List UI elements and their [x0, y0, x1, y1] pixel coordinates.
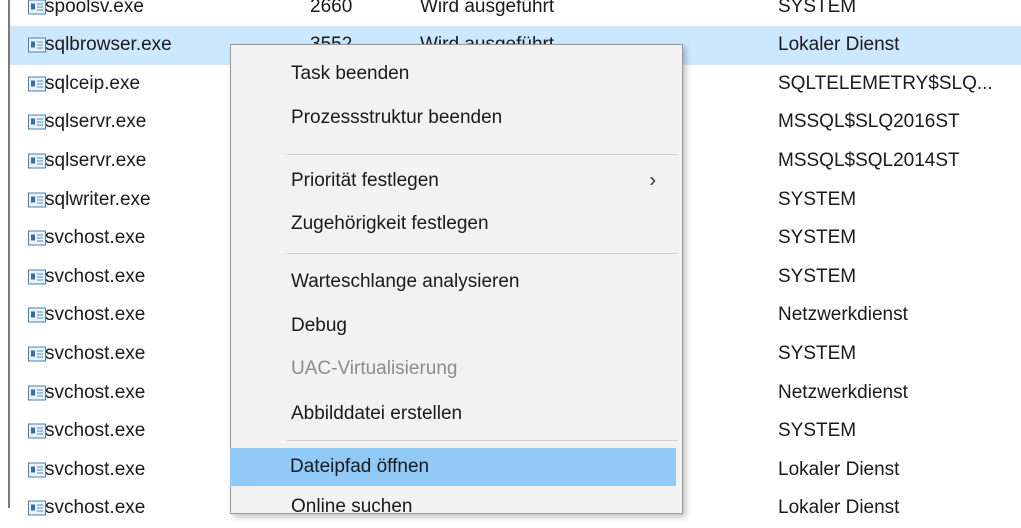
process-user: Netzwerkdienst	[778, 381, 908, 403]
process-user: SYSTEM	[778, 420, 857, 442]
menu-item-label: Debug	[291, 315, 347, 336]
process-user: MSSQL$SLQ2016ST	[778, 111, 960, 133]
menu-item-label: Prozessstruktur beenden	[291, 107, 503, 128]
process-name: sqlceip.exe	[45, 72, 141, 94]
menu-item-debug[interactable]: Debug	[231, 307, 682, 345]
menu-separator	[287, 253, 678, 254]
process-name: svchost.exe	[45, 497, 146, 519]
process-icon	[28, 500, 46, 516]
menu-item-label: Task beenden	[291, 63, 410, 84]
process-name: svchost.exe	[45, 381, 146, 403]
process-user: Lokaler Dienst	[778, 458, 900, 480]
menu-item-uac-virtualisierung[interactable]: UAC-Virtualisierung	[231, 350, 682, 388]
process-pid: 2660	[310, 0, 353, 17]
process-user: SYSTEM	[778, 0, 857, 17]
process-name: sqlservr.exe	[45, 149, 147, 171]
menu-item-abbilddatei-erstellen[interactable]: Abbilddatei erstellen	[231, 395, 682, 433]
process-status: Wird ausgeführt	[420, 0, 555, 17]
process-icon	[28, 423, 46, 439]
process-icon	[28, 385, 46, 400]
process-user: Lokaler Dienst	[778, 34, 900, 56]
menu-item-label: Priorität festlegen	[291, 170, 439, 191]
process-icon	[28, 153, 46, 169]
process-name: svchost.exe	[45, 458, 146, 480]
menu-item-label: Dateipfad öffnen	[290, 456, 430, 477]
process-user: SYSTEM	[778, 227, 857, 249]
menu-separator	[287, 440, 678, 441]
menu-item-label: Online suchen	[291, 496, 413, 517]
menu-item-prioritaet-festlegen[interactable]: Priorität festlegen ›	[231, 162, 682, 200]
process-name: sqlservr.exe	[45, 111, 147, 133]
menu-item-label: Abbilddatei erstellen	[291, 403, 463, 424]
process-name: svchost.exe	[45, 227, 146, 249]
process-name: spoolsv.exe	[45, 0, 144, 17]
context-menu: Task beenden Prozessstruktur beenden Prior…	[230, 44, 683, 517]
process-icon	[28, 230, 46, 246]
process-icon	[28, 0, 46, 14]
process-user: Lokaler Dienst	[778, 497, 900, 519]
process-icon	[28, 37, 46, 53]
process-name: svchost.exe	[45, 342, 146, 364]
process-icon	[28, 346, 46, 362]
process-user: SQLTELEMETRY$SLQ...	[778, 72, 993, 94]
process-icon	[28, 76, 46, 92]
process-name: sqlwriter.exe	[45, 188, 151, 210]
process-icon	[28, 269, 46, 285]
process-user: SYSTEM	[778, 342, 857, 364]
menu-item-label: Warteschlange analysieren	[291, 271, 520, 292]
process-user: Netzwerkdienst	[778, 304, 908, 326]
menu-item-dateipfad-oeffnen[interactable]: Dateipfad öffnen	[230, 448, 676, 486]
process-user: SYSTEM	[778, 188, 857, 210]
menu-item-warteschlange-analysieren[interactable]: Warteschlange analysieren	[231, 263, 682, 301]
menu-item-zugehoerigkeit-festlegen[interactable]: Zugehörigkeit festlegen	[231, 205, 682, 243]
process-user: MSSQL$SQL2014ST	[778, 149, 960, 171]
process-icon	[28, 307, 46, 323]
menu-item-label: UAC-Virtualisierung	[291, 358, 458, 379]
process-name: sqlbrowser.exe	[45, 34, 172, 56]
process-icon	[28, 462, 46, 478]
chevron-right-icon: ›	[649, 169, 656, 192]
menu-item-online-suchen[interactable]: Online suchen	[231, 488, 682, 526]
process-icon	[28, 192, 46, 207]
process-row[interactable]: spoolsv.exe 2660 Wird ausgeführt SYSTEM	[10, 0, 1021, 26]
process-name: svchost.exe	[45, 420, 146, 442]
process-name: svchost.exe	[45, 304, 146, 326]
menu-item-label: Zugehörigkeit festlegen	[291, 213, 489, 234]
menu-separator	[287, 154, 678, 155]
process-user: SYSTEM	[778, 265, 857, 287]
process-name: svchost.exe	[45, 265, 146, 287]
process-icon	[28, 114, 46, 130]
menu-item-task-beenden[interactable]: Task beenden	[231, 55, 682, 93]
menu-item-prozessstruktur-beenden[interactable]: Prozessstruktur beenden	[231, 99, 682, 137]
